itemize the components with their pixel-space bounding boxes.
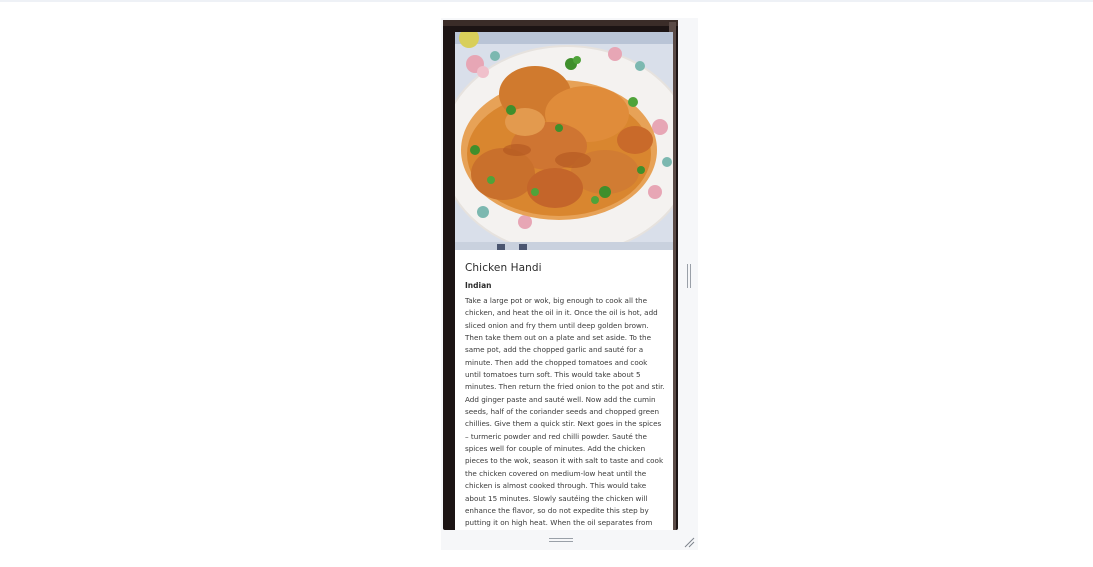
vertical-resize-handle[interactable]	[686, 264, 692, 288]
recipe-title: Chicken Handi	[465, 262, 542, 274]
phone-bezel	[443, 20, 678, 26]
horizontal-resize-handle[interactable]	[549, 537, 573, 543]
top-divider	[0, 0, 1093, 2]
recipe-instructions: Take a large pot or wok, big enough to c…	[465, 296, 665, 528]
food-photo-icon	[455, 32, 673, 250]
dish-image	[455, 32, 673, 250]
resize-corner-icon[interactable]	[683, 533, 695, 548]
recipe-card[interactable]: Chicken Handi Indian Take a large pot or…	[455, 32, 673, 530]
device-preview: Chicken Handi Indian Take a large pot or…	[441, 18, 698, 550]
recipe-content: Chicken Handi Indian Take a large pot or…	[465, 261, 665, 530]
recipe-cuisine: Indian	[465, 281, 492, 290]
phone-frame: Chicken Handi Indian Take a large pot or…	[443, 20, 678, 530]
